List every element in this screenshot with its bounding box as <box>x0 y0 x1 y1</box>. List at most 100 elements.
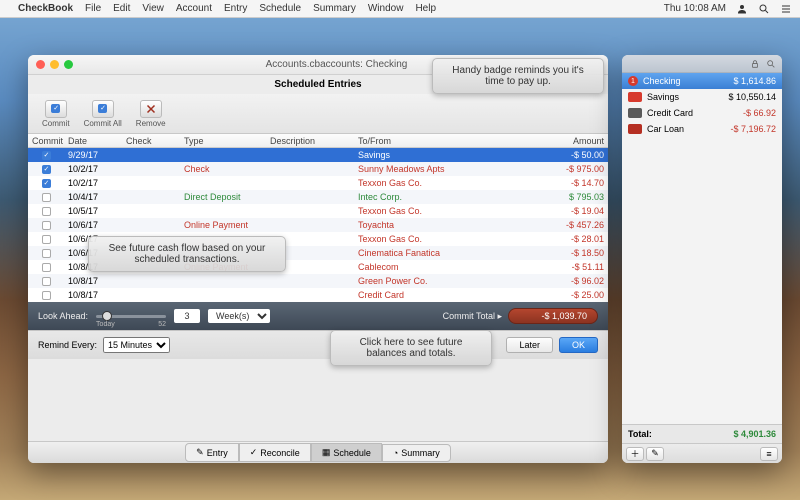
menu-entry[interactable]: Entry <box>224 3 247 14</box>
cell-type: Check <box>180 164 266 174</box>
commit-button[interactable]: Commit <box>36 98 76 130</box>
tab-summary[interactable]: ◔Summary <box>382 444 451 462</box>
table-row[interactable]: 9/29/17Savings-$ 50.00 <box>28 148 608 162</box>
ok-button[interactable]: OK <box>559 337 598 353</box>
check-icon: ✓ <box>250 447 258 458</box>
commit-checkbox[interactable] <box>42 249 51 258</box>
table-row[interactable]: 10/4/17Direct DepositIntec Corp.$ 795.03 <box>28 190 608 204</box>
col-check[interactable]: Check <box>122 136 180 146</box>
cell-date: 10/2/17 <box>64 178 122 188</box>
cell-amount: -$ 975.00 <box>536 164 608 174</box>
menu-help[interactable]: Help <box>415 3 436 14</box>
lookahead-unit-select[interactable]: Week(s) <box>208 309 270 323</box>
cell-type: Direct Deposit <box>180 192 266 202</box>
remind-select[interactable]: 15 Minutes <box>103 337 170 353</box>
cell-amount: -$ 96.02 <box>536 276 608 286</box>
account-row[interactable]: Car Loan-$ 7,196.72 <box>622 121 782 137</box>
list-icon[interactable] <box>780 3 792 15</box>
lookahead-label: Look Ahead: <box>38 311 88 321</box>
window-spacer <box>28 359 608 441</box>
table-body: 9/29/17Savings-$ 50.0010/2/17CheckSunny … <box>28 148 608 302</box>
edit-account-button[interactable]: ✎ <box>646 447 664 461</box>
commit-checkbox[interactable] <box>42 193 51 202</box>
account-row[interactable]: Savings$ 10,550.14 <box>622 89 782 105</box>
search-icon[interactable] <box>758 3 770 15</box>
table-row[interactable]: 10/2/17CheckSunny Meadows Apts-$ 975.00 <box>28 162 608 176</box>
commit-checkbox[interactable] <box>42 277 51 286</box>
col-type[interactable]: Type <box>180 136 266 146</box>
menu-file[interactable]: File <box>85 3 101 14</box>
account-amount: $ 1,614.86 <box>733 76 776 86</box>
cell-amount: $ 795.03 <box>536 192 608 202</box>
commit-checkbox[interactable] <box>42 235 51 244</box>
table-row[interactable]: 10/6/17Online PaymentToyachta-$ 457.26 <box>28 218 608 232</box>
menubar: CheckBook File Edit View Account Entry S… <box>0 0 800 18</box>
app-name[interactable]: CheckBook <box>18 3 73 14</box>
callout-balances: Click here to see future balances and to… <box>330 330 492 366</box>
menu-schedule[interactable]: Schedule <box>259 3 301 14</box>
table-row[interactable]: 10/8/17Credit Card-$ 25.00 <box>28 288 608 302</box>
commit-checkbox[interactable] <box>42 207 51 216</box>
remove-button[interactable]: Remove <box>130 98 172 130</box>
account-icon <box>628 108 642 118</box>
tab-reconcile[interactable]: ✓Reconcile <box>239 443 311 462</box>
tab-schedule[interactable]: ▦Schedule <box>311 443 382 462</box>
tab-entry[interactable]: ✎Entry <box>185 443 239 462</box>
check-icon <box>98 104 107 113</box>
window-close-button[interactable] <box>36 60 45 69</box>
col-commit[interactable]: Commit <box>28 136 64 146</box>
cell-amount: -$ 18.50 <box>536 248 608 258</box>
remind-label: Remind Every: <box>38 340 97 350</box>
lookahead-value-input[interactable] <box>174 309 200 323</box>
lock-icon[interactable] <box>750 59 760 69</box>
window-zoom-button[interactable] <box>64 60 73 69</box>
col-date[interactable]: Date <box>64 136 122 146</box>
toolbar: Commit Commit All Remove <box>28 94 608 134</box>
menu-view[interactable]: View <box>142 3 164 14</box>
pencil-icon: ✎ <box>196 447 204 458</box>
commit-checkbox[interactable] <box>42 151 51 160</box>
menu-summary[interactable]: Summary <box>313 3 356 14</box>
commit-checkbox[interactable] <box>42 179 51 188</box>
total-label: Total: <box>628 429 652 439</box>
commit-checkbox[interactable] <box>42 221 51 230</box>
menubar-clock[interactable]: Thu 10:08 AM <box>664 3 726 14</box>
slider-max-label: 52 <box>158 321 166 328</box>
col-tofrom[interactable]: To/From <box>354 136 536 146</box>
menu-account[interactable]: Account <box>176 3 212 14</box>
lookahead-slider[interactable]: Today 52 <box>96 315 166 318</box>
cell-date: 10/8/17 <box>64 276 122 286</box>
table-row[interactable]: 10/5/17Texxon Gas Co.-$ 19.04 <box>28 204 608 218</box>
cell-tofrom: Credit Card <box>354 290 536 300</box>
commit-total-label[interactable]: Commit Total ▸ <box>443 311 502 322</box>
accounts-total-row: Total: $ 4,901.36 <box>622 424 782 443</box>
account-name: Car Loan <box>647 124 684 134</box>
search-icon[interactable] <box>766 59 776 69</box>
cell-date: 10/8/17 <box>64 290 122 300</box>
cell-date: 10/4/17 <box>64 192 122 202</box>
cell-amount: -$ 28.01 <box>536 234 608 244</box>
check-icon <box>51 104 60 113</box>
table-row[interactable]: 10/8/17Green Power Co.-$ 96.02 <box>28 274 608 288</box>
later-button[interactable]: Later <box>506 337 553 353</box>
cell-date: 10/6/17 <box>64 220 122 230</box>
commit-all-button[interactable]: Commit All <box>78 98 128 130</box>
account-row[interactable]: Credit Card-$ 66.92 <box>622 105 782 121</box>
accounts-menu-button[interactable]: ≡ <box>760 447 778 461</box>
table-header: Commit Date Check Type Description To/Fr… <box>28 134 608 148</box>
accounts-list: 1Checking$ 1,614.86Savings$ 10,550.14Cre… <box>622 73 782 137</box>
commit-checkbox[interactable] <box>42 165 51 174</box>
col-amount[interactable]: Amount <box>536 136 608 146</box>
commit-checkbox[interactable] <box>42 291 51 300</box>
menu-edit[interactable]: Edit <box>113 3 130 14</box>
user-icon[interactable] <box>736 3 748 15</box>
commit-checkbox[interactable] <box>42 263 51 272</box>
window-minimize-button[interactable] <box>50 60 59 69</box>
cell-tofrom: Cinematica Fanatica <box>354 248 536 258</box>
account-row[interactable]: 1Checking$ 1,614.86 <box>622 73 782 89</box>
table-row[interactable]: 10/2/17Texxon Gas Co.-$ 14.70 <box>28 176 608 190</box>
col-description[interactable]: Description <box>266 136 354 146</box>
chart-icon: ◔ <box>393 448 398 458</box>
menu-window[interactable]: Window <box>368 3 404 14</box>
add-account-button[interactable]: ＋ <box>626 447 644 461</box>
